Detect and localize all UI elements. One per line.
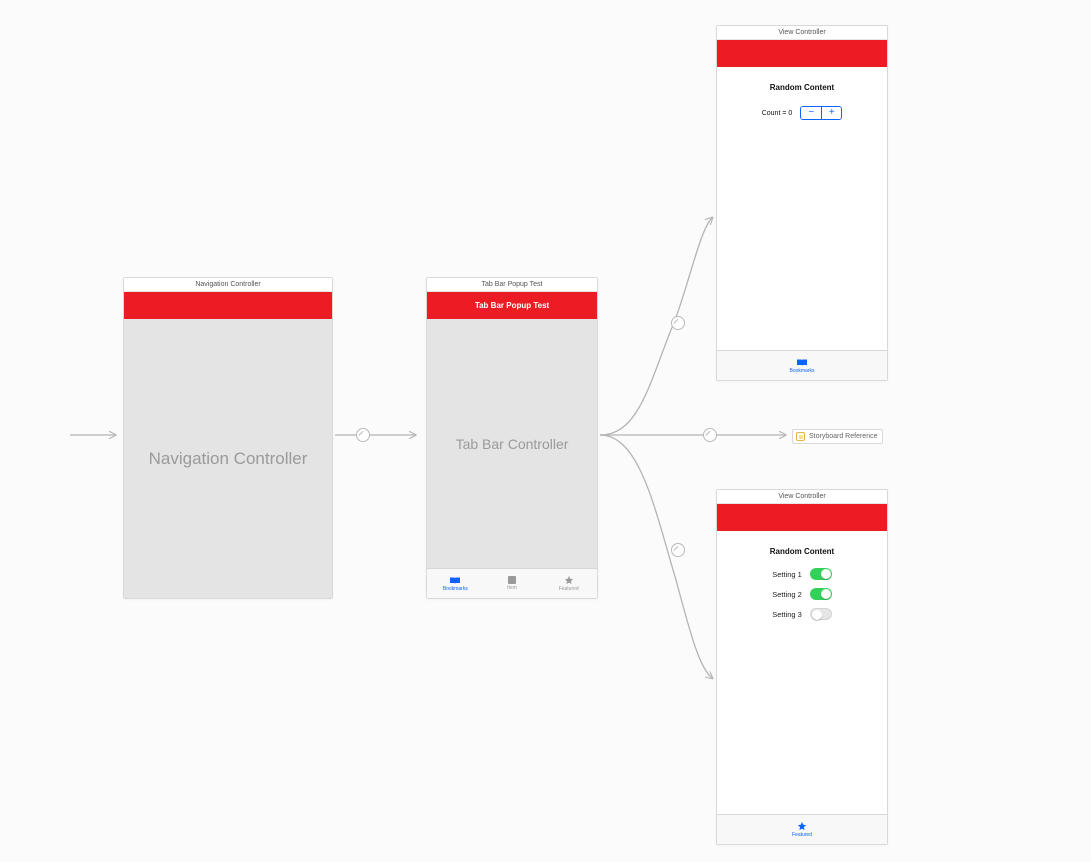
nav-bar xyxy=(124,292,332,319)
tab-item-featured[interactable]: Featured xyxy=(540,569,597,598)
segue-badge xyxy=(671,316,685,330)
star-icon xyxy=(564,575,574,585)
tab-label: Featured xyxy=(559,586,579,592)
setting-row-2: Setting 2 xyxy=(717,584,887,604)
storyboard-reference[interactable]: Storyboard Reference xyxy=(792,429,883,444)
content-heading: Random Content xyxy=(717,547,887,556)
nav-bar: Tab Bar Popup Test xyxy=(427,292,597,319)
setting-1-toggle[interactable] xyxy=(810,568,832,580)
nav-bar xyxy=(717,504,887,531)
setting-label: Setting 1 xyxy=(772,570,802,579)
storyboard-reference-label: Storyboard Reference xyxy=(809,433,877,440)
stepper-plus-button[interactable]: + xyxy=(821,107,841,119)
content-heading: Random Content xyxy=(717,83,887,92)
controller-label: Navigation Controller xyxy=(124,449,332,469)
stepper-minus-button[interactable]: − xyxy=(801,107,821,119)
scene-view-controller-counter[interactable]: View Controller Random Content Count = 0… xyxy=(716,25,888,381)
scene-title-bar: View Controller xyxy=(717,490,887,504)
tab-item-featured[interactable]: Featured xyxy=(717,815,887,844)
scene-title-bar: View Controller xyxy=(717,26,887,40)
count-label: Count = 0 xyxy=(762,110,793,117)
tab-label: Bookmarks xyxy=(443,586,468,592)
count-stepper[interactable]: − + xyxy=(800,106,842,120)
segue-badge xyxy=(356,428,370,442)
setting-3-toggle[interactable] xyxy=(810,608,832,620)
star-icon xyxy=(797,821,807,831)
scene-view-controller-settings[interactable]: View Controller Random Content Setting 1… xyxy=(716,489,888,845)
tab-item-bookmarks[interactable]: Bookmarks xyxy=(717,351,887,380)
scene-title-bar: Navigation Controller xyxy=(124,278,332,292)
storyboard-icon xyxy=(796,432,805,441)
tab-bar: Bookmarks xyxy=(717,350,887,380)
tab-item-item[interactable]: Item xyxy=(484,569,541,598)
setting-row-1: Setting 1 xyxy=(717,564,887,584)
nav-bar xyxy=(717,40,887,67)
scene-navigation-controller[interactable]: Navigation Controller Navigation Control… xyxy=(123,277,333,599)
segue-badge xyxy=(703,428,717,442)
tab-label: Bookmarks xyxy=(789,368,814,374)
tab-label: Item xyxy=(507,585,517,591)
controller-label: Tab Bar Controller xyxy=(427,436,597,452)
tab-bar: Featured xyxy=(717,814,887,844)
tab-label: Featured xyxy=(792,832,812,838)
tab-item-bookmarks[interactable]: Bookmarks xyxy=(427,569,484,598)
tab-bar: Bookmarks Item Featured xyxy=(427,568,597,598)
scene-tab-bar-controller[interactable]: Tab Bar Popup Test Tab Bar Popup Test Ta… xyxy=(426,277,598,599)
book-icon xyxy=(796,358,808,367)
setting-2-toggle[interactable] xyxy=(810,588,832,600)
setting-label: Setting 3 xyxy=(772,610,802,619)
scene-title-bar: Tab Bar Popup Test xyxy=(427,278,597,292)
segue-badge xyxy=(671,543,685,557)
square-icon xyxy=(508,576,516,584)
book-icon xyxy=(449,576,461,585)
setting-label: Setting 2 xyxy=(772,590,802,599)
setting-row-3: Setting 3 xyxy=(717,604,887,624)
